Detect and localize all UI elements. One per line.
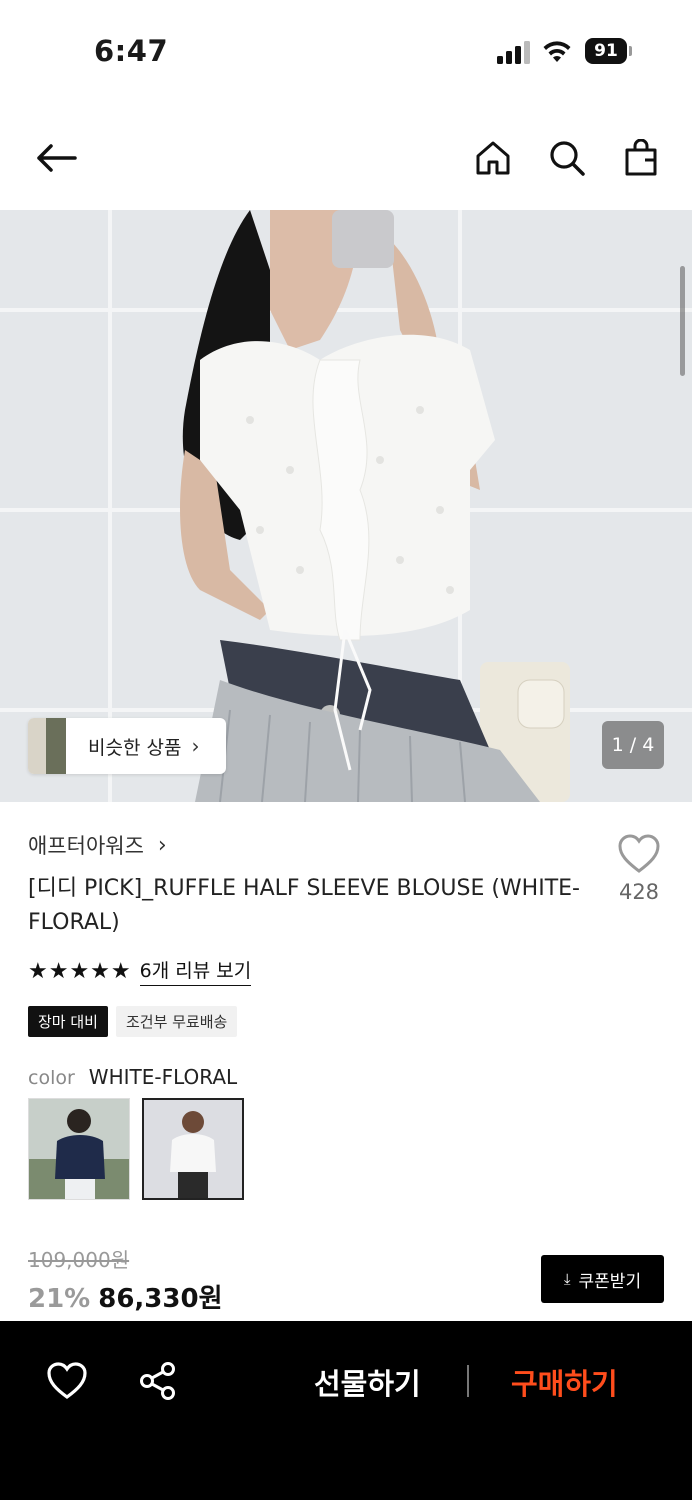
tag-free-shipping: 조건부 무료배송 [115,1006,238,1037]
gift-button[interactable]: 선물하기 [314,1361,421,1403]
final-price: 86,330원 [98,1284,223,1314]
star-rating: ★★★★★ [28,958,132,984]
top-nav [0,110,692,206]
rating-row: ★★★★★ 6개 리뷰 보기 [28,956,252,986]
download-icon: ⤓ [563,1270,571,1288]
brand-name: 애프터아워즈 [28,834,144,858]
tag-list: 장마 대비 조건부 무료배송 [28,1006,238,1037]
tag-rain: 장마 대비 [28,1006,108,1037]
heart-icon [618,834,660,873]
color-swatches [28,1098,244,1200]
similar-products-button[interactable]: 비슷한 상품 › [28,718,226,774]
battery-indicator: 91 [585,38,633,64]
color-value: WHITE-FLORAL [88,1065,238,1089]
home-icon[interactable] [471,136,515,180]
color-label: color [28,1067,75,1089]
divider [467,1365,469,1397]
product-photo [0,210,692,802]
bottom-action-bar: 선물하기 구매하기 [0,1321,692,1500]
color-option-navy[interactable] [28,1098,130,1200]
similar-label: 비슷한 상품 [88,736,182,759]
chevron-right-icon: › [191,734,200,758]
discount-rate: 21% [28,1284,91,1314]
search-icon[interactable] [545,136,589,180]
like-button[interactable]: 428 [612,834,666,904]
chevron-right-icon: › [157,832,167,858]
shopping-bag-icon[interactable] [619,136,663,180]
original-price: 109,000원 [28,1248,130,1272]
buy-button[interactable]: 구매하기 [511,1361,618,1403]
back-arrow-icon[interactable] [34,136,78,180]
like-count: 428 [618,880,660,904]
product-image[interactable] [0,210,692,802]
color-row: color WHITE-FLORAL [28,1065,237,1089]
coupon-label: 쿠폰받기 [578,1271,642,1292]
status-time: 6:47 [94,34,169,68]
review-link[interactable]: 6개 리뷰 보기 [139,956,252,986]
image-counter: 1 / 4 [602,721,664,769]
product-title: [디디 PICK]_RUFFLE HALF SLEEVE BLOUSE (WHI… [28,876,580,935]
similar-thumbnail [28,718,66,774]
signal-icon [497,41,530,64]
price-row: 21% 86,330원 [28,1278,223,1315]
heart-icon[interactable] [46,1361,88,1401]
battery-level: 91 [585,38,627,64]
scroll-indicator[interactable] [680,266,685,376]
brand-link[interactable]: 애프터아워즈 › [28,830,167,860]
status-bar: 6:47 91 [0,0,692,100]
share-icon[interactable] [138,1361,178,1401]
coupon-button[interactable]: ⤓ 쿠폰받기 [541,1255,664,1303]
color-option-white-floral[interactable] [142,1098,244,1200]
wifi-icon [543,41,571,62]
